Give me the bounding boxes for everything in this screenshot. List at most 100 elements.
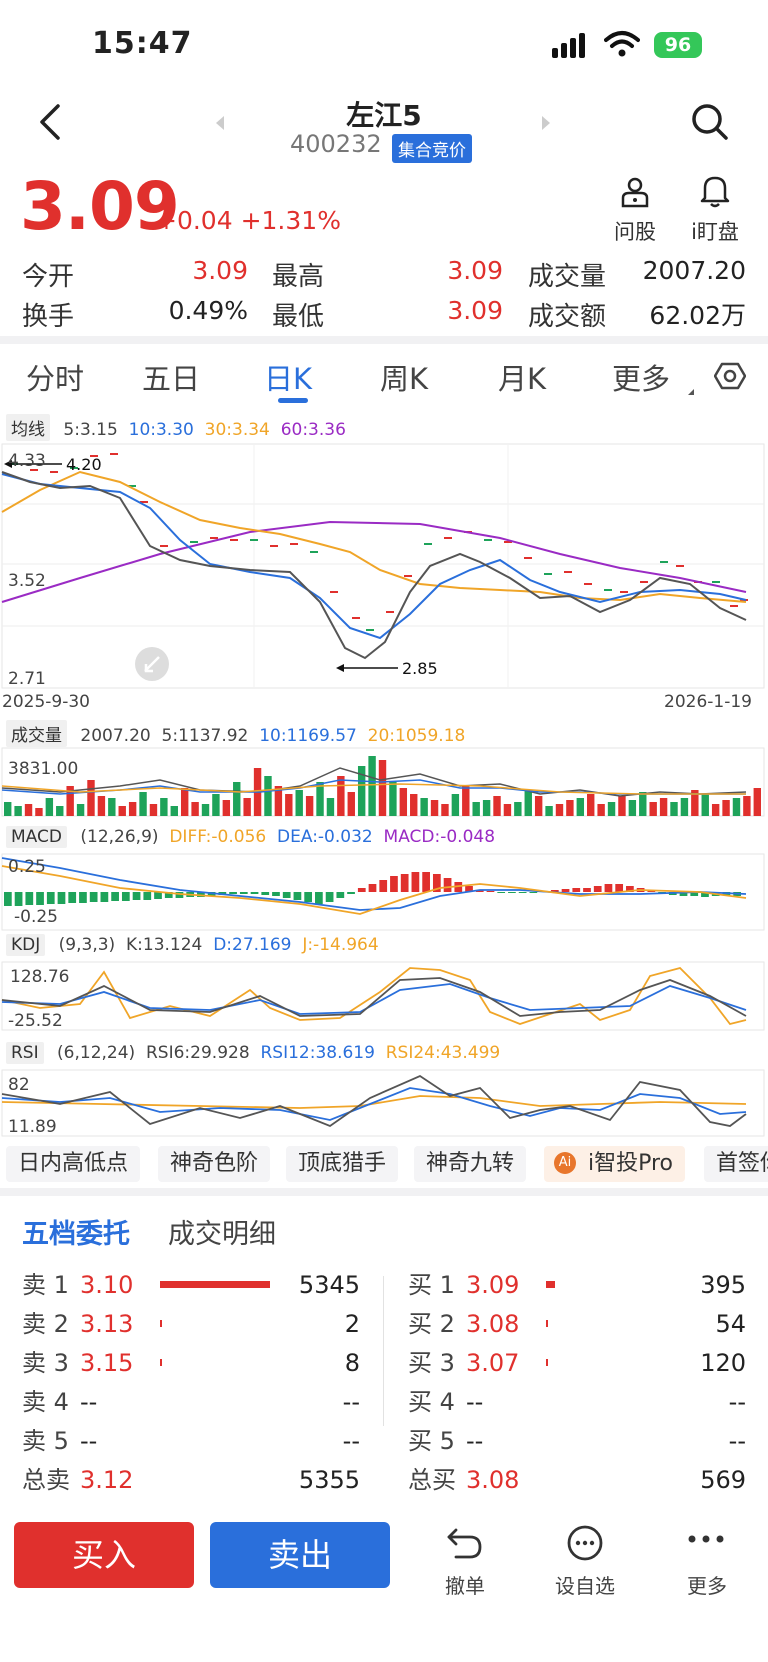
volume-bar xyxy=(597,804,605,816)
macd-bar xyxy=(46,892,55,904)
macd-bar xyxy=(111,892,119,901)
tab-order-book[interactable]: 五档委托 xyxy=(22,1212,130,1251)
volume-bar xyxy=(618,796,626,816)
ma10-value: 10:3.30 xyxy=(128,420,194,440)
volume-bar xyxy=(316,782,324,816)
macd-bar xyxy=(68,892,77,903)
buy-label: 买 5 xyxy=(408,1427,455,1455)
ask-stock-label[interactable]: 问股 xyxy=(607,216,663,246)
buy-label: 买 4 xyxy=(408,1388,455,1416)
volume-bar xyxy=(607,802,616,816)
buy-button[interactable]: 买入 xyxy=(14,1522,194,1588)
ma-legend: 均线 5:3.15 10:3.30 30:3.34 60:3.36 xyxy=(6,414,346,441)
rsi-tag[interactable]: RSI xyxy=(6,1042,44,1064)
macd-bar xyxy=(508,892,516,893)
volume-ma5: 5:1137.92 xyxy=(161,726,249,746)
macd-bar xyxy=(132,892,141,900)
buy-volume: 395 xyxy=(700,1271,746,1299)
kdj-tag[interactable]: KDJ xyxy=(6,934,46,956)
y-mid-label: 3.52 xyxy=(8,571,46,591)
volume-bar xyxy=(243,798,251,816)
rsi-chart[interactable]: 82 11.89 xyxy=(0,1068,768,1138)
volume-bar xyxy=(222,800,231,816)
volume-chart[interactable]: 3831.00 xyxy=(0,746,768,818)
tab-trade-detail[interactable]: 成交明细 xyxy=(168,1212,276,1251)
tab-more[interactable]: 更多 xyxy=(612,356,670,398)
sell-volume: -- xyxy=(342,1388,360,1416)
macd-bar xyxy=(368,884,377,892)
sell-button[interactable]: 卖出 xyxy=(210,1522,390,1588)
price-change: +0.04 +1.31% xyxy=(156,206,341,235)
active-tab-indicator xyxy=(278,398,308,403)
volume-bar xyxy=(347,792,355,816)
auction-tag: 集合竞价 xyxy=(392,134,472,163)
change-value: +0.04 xyxy=(156,206,233,235)
tab-weekly-k[interactable]: 周K xyxy=(380,356,428,398)
cancel-order-label[interactable]: 撤单 xyxy=(430,1570,500,1599)
macd-bar xyxy=(272,892,280,896)
add-watchlist-icon[interactable] xyxy=(566,1524,604,1562)
amount-value: 62.02万 xyxy=(649,301,746,330)
volume-tag[interactable]: 成交量 xyxy=(6,720,67,747)
date-start: 2025-9-30 xyxy=(2,692,90,712)
rsi6-line xyxy=(1,1074,747,1128)
sell-price: -- xyxy=(80,1427,98,1455)
volume-bar xyxy=(378,760,387,816)
chip-color-scale[interactable]: 神奇色阶 xyxy=(158,1146,271,1182)
bell-icon[interactable] xyxy=(700,174,730,208)
chip-intraday-high-low[interactable]: 日内高低点 xyxy=(6,1146,141,1182)
kdj-chart[interactable]: 128.76 -25.52 xyxy=(0,960,768,1032)
buy-volume: 54 xyxy=(715,1310,746,1338)
divider xyxy=(0,1188,768,1196)
ma10-line xyxy=(1,473,747,640)
turnover-label: 换手 xyxy=(22,302,75,332)
volume-bar xyxy=(670,802,678,816)
chip-ai-pro[interactable]: Ai i智投Pro xyxy=(544,1146,686,1182)
chip-nine-turn[interactable]: 神奇九转 xyxy=(414,1146,527,1182)
buy-label: 买 1 xyxy=(408,1271,455,1299)
rsi12-value: RSI12:38.619 xyxy=(260,1043,375,1063)
ma60-line xyxy=(1,520,747,603)
ma-tag[interactable]: 均线 xyxy=(6,414,50,441)
undo-icon[interactable] xyxy=(446,1526,484,1562)
sell-price: 3.12 xyxy=(80,1466,134,1494)
sell-label: 卖 2 xyxy=(22,1310,69,1338)
macd-chart[interactable]: 0.25 -0.25 xyxy=(0,852,768,932)
watch-label[interactable]: i盯盘 xyxy=(680,216,750,246)
search-icon[interactable] xyxy=(690,102,730,142)
more-icon[interactable] xyxy=(686,1532,726,1546)
y-bottom-label: 2.71 xyxy=(8,669,46,689)
kdj-legend: KDJ (9,3,3) K:13.124 D:27.169 J:-14.964 xyxy=(6,934,379,956)
macd-tag[interactable]: MACD xyxy=(6,826,67,848)
status-time: 15:47 xyxy=(92,26,193,61)
volume-bar xyxy=(628,800,637,816)
chip-top-bottom-hunter[interactable]: 顶底猎手 xyxy=(286,1146,399,1182)
tab-daily-k[interactable]: 日K xyxy=(264,356,312,398)
tab-five-day[interactable]: 五日 xyxy=(142,356,200,398)
add-watchlist-label[interactable]: 设自选 xyxy=(550,1570,620,1599)
volume-bar xyxy=(368,756,376,816)
macd-bar xyxy=(36,892,44,905)
more-label[interactable]: 更多 xyxy=(672,1570,742,1599)
buy-price: 3.08 xyxy=(466,1310,520,1338)
volume-bar xyxy=(462,786,470,816)
macd-bar xyxy=(357,888,366,892)
buy-price: 3.09 xyxy=(466,1271,520,1299)
sell-label: 总卖 xyxy=(22,1466,70,1494)
buy-label: 买 2 xyxy=(408,1310,455,1338)
kline-chart[interactable]: 4.20 2.85 4.33 3.52 2.71 xyxy=(0,442,768,690)
buy-price: 3.07 xyxy=(466,1349,520,1377)
macd-dea: DEA:-0.032 xyxy=(277,827,373,847)
chip-first-sign[interactable]: 首签你 xyxy=(704,1146,768,1182)
tab-monthly-k[interactable]: 月K xyxy=(498,356,546,398)
sell-label: 卖 3 xyxy=(22,1349,69,1377)
open-value: 3.09 xyxy=(192,256,248,285)
macd-bar xyxy=(282,892,291,898)
macd-bar xyxy=(325,892,334,902)
volume-bar xyxy=(35,808,43,816)
macd-legend: MACD (12,26,9) DIFF:-0.056 DEA:-0.032 MA… xyxy=(6,826,495,848)
ask-stock-icon[interactable] xyxy=(619,176,651,208)
tab-intraday[interactable]: 分时 xyxy=(26,356,84,398)
settings-icon[interactable] xyxy=(714,360,746,392)
buy-volume: -- xyxy=(728,1427,746,1455)
